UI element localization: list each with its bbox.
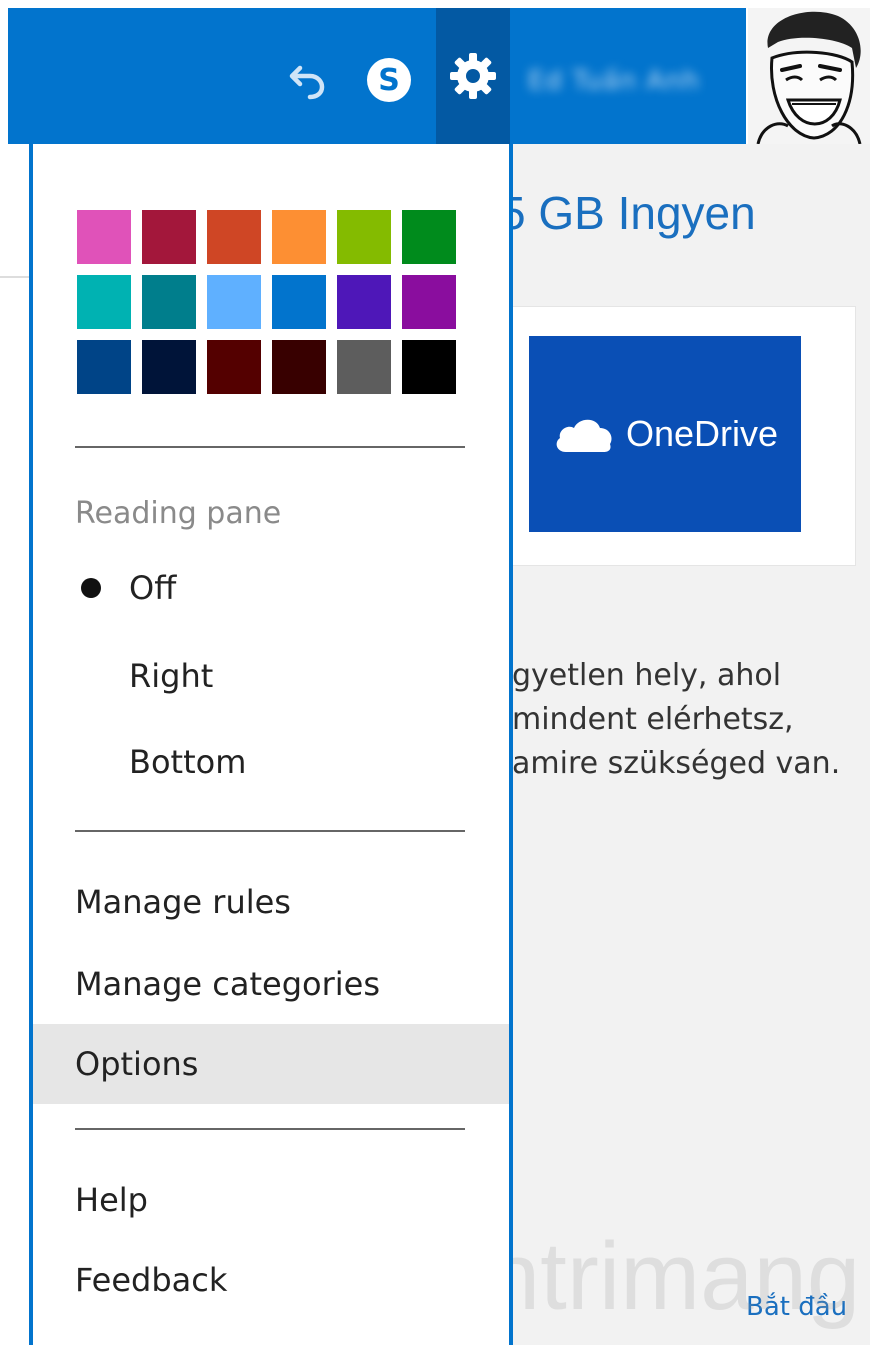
theme-color-swatch[interactable] (142, 275, 196, 329)
theme-color-swatch[interactable] (142, 210, 196, 264)
divider (0, 276, 30, 278)
option-label: Bottom (129, 743, 247, 781)
divider (75, 446, 465, 448)
theme-color-swatch[interactable] (207, 340, 261, 394)
option-label: Right (129, 657, 214, 695)
settings-panel: Reading pane Off Right Bottom Manage rul… (29, 144, 513, 1345)
theme-color-swatch[interactable] (142, 340, 196, 394)
unselected-bullet (81, 752, 101, 772)
gear-icon (450, 53, 496, 99)
onedrive-description: gyetlen hely, ahol mindent elérhetsz, am… (512, 654, 852, 786)
start-link[interactable]: Bắt đầu (746, 1292, 847, 1322)
reading-pane-label: Reading pane (75, 496, 282, 531)
skype-icon[interactable]: S (361, 52, 417, 108)
undo-icon[interactable] (280, 52, 336, 108)
user-name[interactable]: Ed Tuấn Anh (528, 66, 700, 96)
settings-gear-button[interactable] (436, 8, 510, 144)
theme-color-swatch[interactable] (402, 210, 456, 264)
theme-color-swatch[interactable] (207, 275, 261, 329)
theme-color-swatch[interactable] (402, 340, 456, 394)
cloud-icon (556, 419, 612, 452)
divider (75, 830, 465, 832)
manage-rules-item[interactable]: Manage rules (33, 862, 509, 942)
theme-color-swatch[interactable] (272, 275, 326, 329)
theme-color-swatch[interactable] (77, 275, 131, 329)
onedrive-label: OneDrive (625, 413, 779, 454)
feedback-item[interactable]: Feedback (33, 1240, 509, 1320)
reading-pane-option-bottom[interactable]: Bottom (75, 732, 465, 792)
theme-color-swatch[interactable] (337, 275, 391, 329)
theme-color-swatch[interactable] (337, 340, 391, 394)
selected-bullet-icon (81, 578, 101, 598)
divider (75, 1128, 465, 1130)
theme-color-swatch[interactable] (77, 210, 131, 264)
svg-text:S: S (378, 63, 400, 98)
help-item[interactable]: Help (33, 1160, 509, 1240)
theme-color-swatch[interactable] (272, 340, 326, 394)
storage-promo-title: 5 GB Ingyen (500, 187, 756, 239)
description-line: amire szükséged van. (512, 746, 841, 781)
reading-pane-option-right[interactable]: Right (75, 646, 465, 706)
theme-color-swatch[interactable] (207, 210, 261, 264)
unselected-bullet (81, 666, 101, 686)
manage-categories-item[interactable]: Manage categories (33, 944, 509, 1024)
reading-pane-option-off[interactable]: Off (75, 558, 465, 618)
onedrive-tile[interactable]: OneDrive (529, 336, 801, 532)
top-bar: S Ed Tuấn Anh (8, 8, 746, 144)
theme-color-swatch[interactable] (272, 210, 326, 264)
option-label: Off (129, 569, 177, 607)
description-line: mindent elérhetsz, (512, 702, 794, 737)
description-line: gyetlen hely, ahol (512, 658, 782, 693)
avatar[interactable] (748, 8, 870, 144)
theme-color-grid (77, 210, 456, 394)
theme-color-swatch[interactable] (337, 210, 391, 264)
options-item[interactable]: Options (33, 1024, 509, 1104)
theme-color-swatch[interactable] (77, 340, 131, 394)
theme-color-swatch[interactable] (402, 275, 456, 329)
